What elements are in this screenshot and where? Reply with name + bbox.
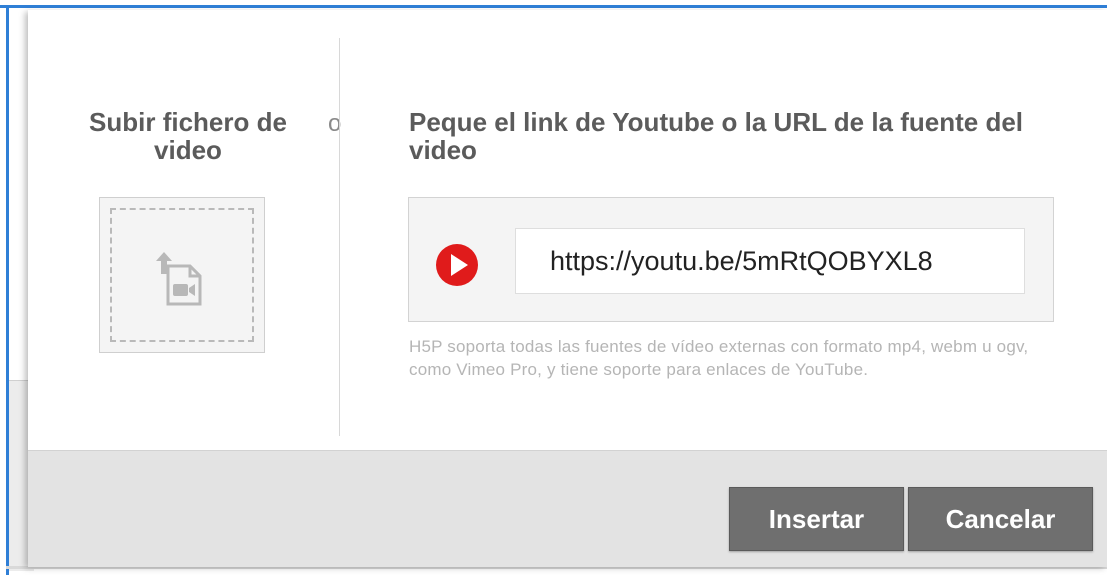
video-url-input[interactable] [515,228,1025,294]
dialog-footer: Insertar Cancelar [28,450,1107,567]
supported-sources-help-text: H5P soporta todas las fuentes de vídeo e… [409,337,1029,379]
window-frame-top [0,0,1107,8]
upload-video-file-icon [156,252,202,306]
insert-video-dialog: Subir fichero de video o Peque el link d… [28,10,1107,567]
url-input-container [408,197,1054,322]
url-section-title: Peque el link de Youtube o la URL de la … [409,107,1024,165]
upload-file-dropzone[interactable] [99,197,265,353]
insert-button[interactable]: Insertar [729,487,904,551]
upload-title: Subir fichero de video [89,107,287,165]
vertical-divider [339,38,340,436]
youtube-play-icon [436,244,478,286]
cancel-button[interactable]: Cancelar [908,487,1093,551]
